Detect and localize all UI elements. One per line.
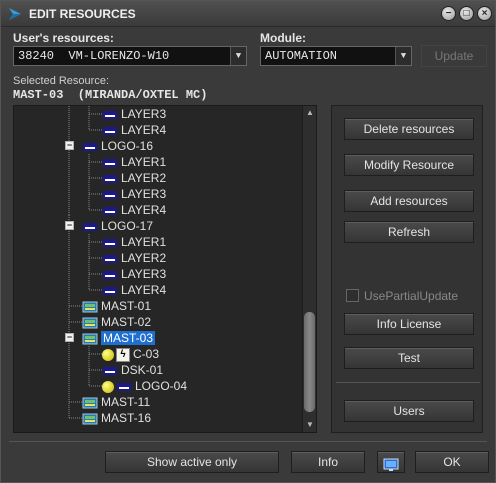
dsk-icon bbox=[103, 366, 117, 375]
tree-item-mast-11[interactable]: MAST-11 bbox=[82, 394, 150, 410]
refresh-button[interactable]: Refresh bbox=[344, 221, 474, 243]
collapse-toggle[interactable]: − bbox=[65, 221, 74, 230]
tree-item-layer3[interactable]: LAYER3 bbox=[102, 186, 166, 202]
users-resources-value: 38240 VM-LORENZO-W10 bbox=[18, 49, 170, 63]
layer-icon bbox=[103, 206, 117, 215]
mast-icon bbox=[82, 301, 98, 313]
selected-resource-value: MAST-03 (MIRANDA/OXTEL MC) bbox=[13, 88, 208, 102]
tree-item-layer4[interactable]: LAYER4 bbox=[102, 122, 166, 138]
tree-item-layer2[interactable]: LAYER2 bbox=[102, 250, 166, 266]
tree-item-mast-03[interactable]: MAST-03 bbox=[82, 330, 156, 346]
module-select[interactable]: AUTOMATION ▼ bbox=[260, 46, 412, 66]
tree-item-layer3[interactable]: LAYER3 bbox=[102, 266, 166, 282]
delete-resources-button[interactable]: Delete resources bbox=[344, 118, 474, 140]
show-active-only-button[interactable]: Show active only bbox=[105, 451, 279, 473]
use-partial-update-checkbox[interactable] bbox=[346, 289, 359, 302]
mast-icon bbox=[82, 333, 98, 345]
chevron-down-icon[interactable]: ▼ bbox=[395, 47, 411, 65]
status-dot-icon bbox=[102, 380, 114, 393]
layer-icon bbox=[103, 254, 117, 263]
collapse-toggle[interactable]: − bbox=[65, 333, 74, 342]
tree-scrollbar[interactable]: ▲ ▼ bbox=[302, 106, 316, 432]
tree-item-layer4[interactable]: LAYER4 bbox=[102, 202, 166, 218]
mast-icon bbox=[82, 397, 98, 409]
tree-item-c-03[interactable]: ϟ C-03 bbox=[102, 346, 159, 362]
tree-item-mast-01[interactable]: MAST-01 bbox=[82, 298, 151, 314]
panel-divider bbox=[336, 382, 480, 383]
resource-tree[interactable]: LAYER3 LAYER4 − LOGO-16 LAYER1 LAYER2 LA… bbox=[13, 105, 317, 433]
logo-icon bbox=[83, 222, 97, 231]
module-value: AUTOMATION bbox=[265, 49, 338, 63]
cg-icon: ϟ bbox=[116, 347, 130, 362]
users-button[interactable]: Users bbox=[344, 400, 474, 422]
edit-resources-window: EDIT RESOURCES − □ × User's resources: 3… bbox=[0, 0, 496, 483]
title-bar[interactable]: EDIT RESOURCES − □ × bbox=[1, 1, 495, 27]
scroll-down-icon[interactable]: ▼ bbox=[305, 420, 315, 430]
ok-button[interactable]: OK bbox=[415, 451, 489, 473]
tree-item-mast-02[interactable]: MAST-02 bbox=[82, 314, 151, 330]
layer-icon bbox=[103, 286, 117, 295]
layer-icon bbox=[103, 238, 117, 247]
tree-item-layer4[interactable]: LAYER4 bbox=[102, 282, 166, 298]
selected-resource-label: Selected Resource: bbox=[13, 75, 109, 87]
tree-item-layer3[interactable]: LAYER3 bbox=[102, 106, 166, 122]
tree-item-layer2[interactable]: LAYER2 bbox=[102, 170, 166, 186]
tree-item-layer1[interactable]: LAYER1 bbox=[102, 234, 166, 250]
close-button[interactable]: × bbox=[477, 6, 492, 21]
logo-icon bbox=[83, 142, 97, 151]
tree-item-logo-16[interactable]: LOGO-16 bbox=[82, 138, 153, 154]
layer-icon bbox=[103, 158, 117, 167]
modify-resource-button[interactable]: Modify Resource bbox=[344, 154, 474, 176]
users-resources-label: User's resources: bbox=[13, 31, 114, 45]
selected-item-label: MAST-03 bbox=[101, 331, 156, 345]
actions-panel: Delete resources Modify Resource Add res… bbox=[331, 105, 483, 433]
module-label: Module: bbox=[260, 31, 306, 45]
add-resources-button[interactable]: Add resources bbox=[344, 190, 474, 212]
window-title: EDIT RESOURCES bbox=[29, 7, 136, 21]
test-button[interactable]: Test bbox=[344, 347, 474, 369]
layer-icon bbox=[103, 270, 117, 279]
use-partial-update-label: UsePartialUpdate bbox=[364, 289, 459, 303]
monitor-button[interactable] bbox=[377, 451, 405, 473]
tree-item-layer1[interactable]: LAYER1 bbox=[102, 154, 166, 170]
layer-icon bbox=[103, 174, 117, 183]
tree-item-mast-16[interactable]: MAST-16 bbox=[82, 410, 151, 426]
logo-icon bbox=[117, 382, 131, 391]
update-button[interactable]: Update bbox=[421, 45, 487, 67]
minimize-button[interactable]: − bbox=[441, 6, 456, 21]
chevron-down-icon[interactable]: ▼ bbox=[230, 47, 246, 65]
info-button[interactable]: Info bbox=[291, 451, 365, 473]
collapse-toggle[interactable]: − bbox=[65, 141, 74, 150]
maximize-button[interactable]: □ bbox=[459, 6, 474, 21]
layer-icon bbox=[103, 126, 117, 135]
info-license-button[interactable]: Info License bbox=[344, 313, 474, 335]
tree-item-logo-17[interactable]: LOGO-17 bbox=[82, 218, 153, 234]
app-logo-icon bbox=[9, 8, 21, 20]
layer-icon bbox=[103, 190, 117, 199]
scroll-up-icon[interactable]: ▲ bbox=[305, 108, 315, 118]
tree-item-logo-04[interactable]: LOGO-04 bbox=[102, 378, 187, 394]
users-resources-select[interactable]: 38240 VM-LORENZO-W10 ▼ bbox=[13, 46, 247, 66]
scrollbar-thumb[interactable] bbox=[304, 312, 315, 412]
layer-icon bbox=[103, 110, 117, 119]
status-dot-icon bbox=[102, 348, 114, 361]
monitor-icon bbox=[383, 458, 399, 471]
tree-item-dsk-01[interactable]: DSK-01 bbox=[102, 362, 163, 378]
mast-icon bbox=[82, 413, 98, 425]
footer-divider bbox=[9, 441, 487, 442]
mast-icon bbox=[82, 317, 98, 329]
